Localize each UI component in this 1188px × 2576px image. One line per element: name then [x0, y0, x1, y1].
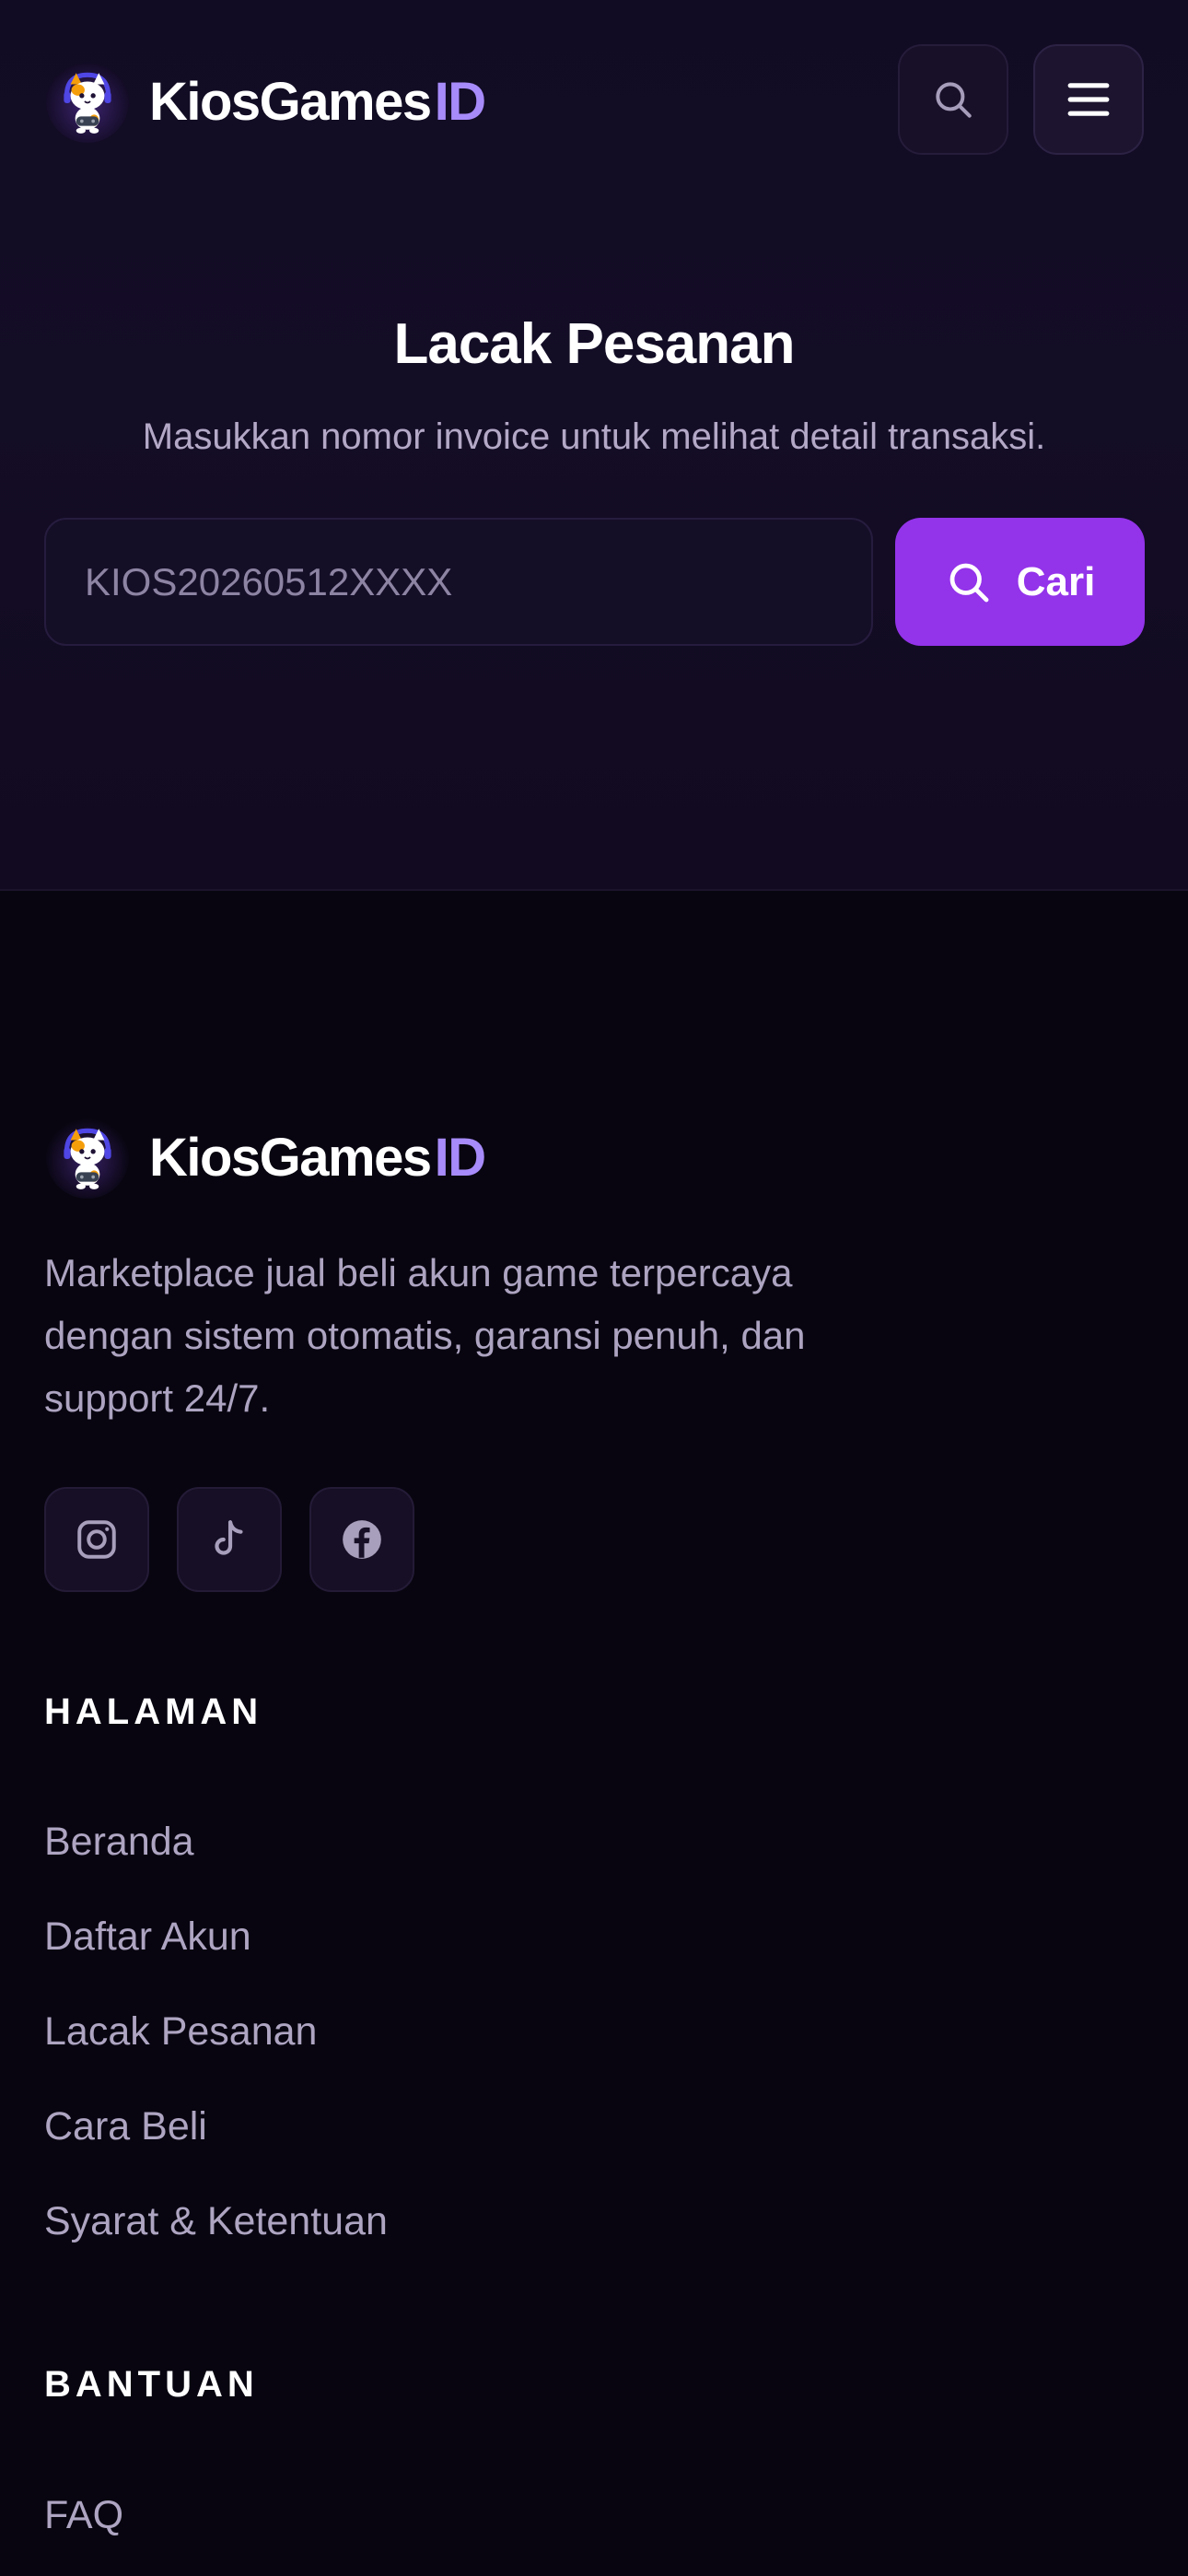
brand-name-text: KiosGames	[149, 71, 432, 132]
header-menu-button[interactable]	[1033, 44, 1144, 155]
footer-link-daftar-akun[interactable]: Daftar Akun	[44, 1914, 251, 1960]
search-submit-label: Cari	[1016, 558, 1096, 604]
footer-link-lacak-pesanan[interactable]: Lacak Pesanan	[44, 2009, 317, 2055]
brand-name: KiosGames ID	[149, 71, 487, 133]
track-order-section: KiosGames ID Lacak Pesanan Masukkan nomo…	[0, 0, 1188, 891]
page-subtitle: Masukkan nomor invoice untuk melihat det…	[142, 416, 1046, 457]
site-header: KiosGames ID	[0, 0, 1188, 203]
search-icon	[930, 76, 976, 123]
footer-link-syarat-ketentuan[interactable]: Syarat & Ketentuan	[44, 2199, 388, 2244]
page-title: Lacak Pesanan	[393, 312, 795, 376]
facebook-link[interactable]	[309, 1487, 414, 1592]
search-icon	[945, 558, 993, 606]
header-search-button[interactable]	[898, 44, 1008, 155]
instagram-icon	[74, 1516, 120, 1563]
tiktok-icon	[206, 1516, 252, 1563]
facebook-icon	[339, 1516, 385, 1563]
footer-link-beranda[interactable]: Beranda	[44, 1820, 194, 1865]
footer-brand-link[interactable]: KiosGames ID	[46, 1113, 487, 1201]
page: KiosGames ID Lacak Pesanan Masukkan nomo…	[0, 0, 1188, 2576]
cat-gamer-mascot-icon	[46, 60, 129, 143]
footer-brand-suffix: ID	[434, 1127, 487, 1188]
hamburger-menu-icon	[1063, 74, 1114, 125]
footer-pages-heading: HALAMAN	[44, 1692, 263, 1732]
invoice-search-input[interactable]	[44, 518, 873, 646]
footer-brand-name-text: KiosGames	[149, 1127, 432, 1188]
footer-link-cara-beli[interactable]: Cara Beli	[44, 2104, 207, 2149]
search-submit-button[interactable]: Cari	[895, 518, 1145, 646]
footer-help-heading: BANTUAN	[44, 2364, 259, 2405]
footer-description: Marketplace jual beli akun game terperca…	[44, 1251, 806, 1420]
brand-suffix: ID	[434, 71, 487, 132]
footer-link-faq[interactable]: FAQ	[44, 2493, 123, 2538]
footer-brand-name: KiosGames ID	[149, 1127, 487, 1188]
tiktok-link[interactable]	[177, 1487, 282, 1592]
cat-gamer-mascot-icon	[46, 1116, 129, 1199]
header-brand-link[interactable]: KiosGames ID	[46, 57, 487, 146]
instagram-link[interactable]	[44, 1487, 149, 1592]
